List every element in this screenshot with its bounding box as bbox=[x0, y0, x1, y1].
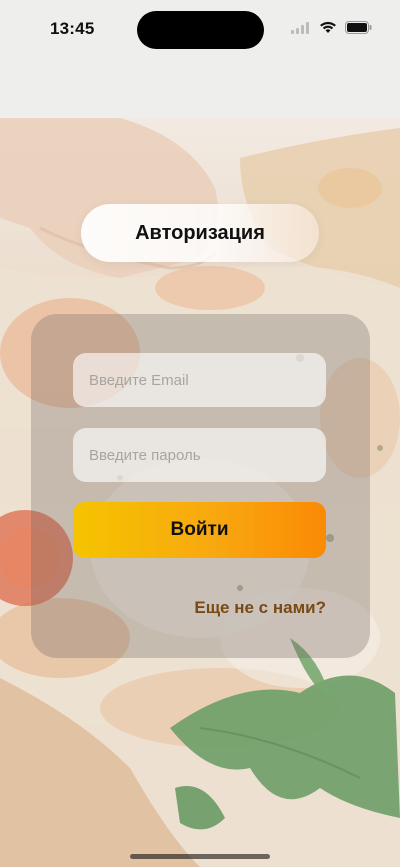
signal-icon bbox=[291, 21, 311, 39]
dynamic-island bbox=[137, 11, 264, 49]
app-screen: 13:45 Авторизация Введите Email Войти Ещ… bbox=[0, 0, 400, 867]
wifi-icon bbox=[319, 21, 337, 39]
status-icons bbox=[291, 21, 372, 39]
page-title: Авторизация bbox=[135, 221, 265, 244]
login-button[interactable]: Войти bbox=[73, 502, 326, 558]
signup-link[interactable]: Еще не с нами? bbox=[194, 598, 326, 618]
email-field[interactable] bbox=[73, 353, 326, 407]
title-pill: Авторизация bbox=[81, 204, 319, 262]
password-field[interactable] bbox=[73, 428, 326, 482]
battery-icon bbox=[345, 21, 372, 39]
home-indicator bbox=[130, 854, 270, 859]
status-time: 13:45 bbox=[50, 19, 95, 38]
